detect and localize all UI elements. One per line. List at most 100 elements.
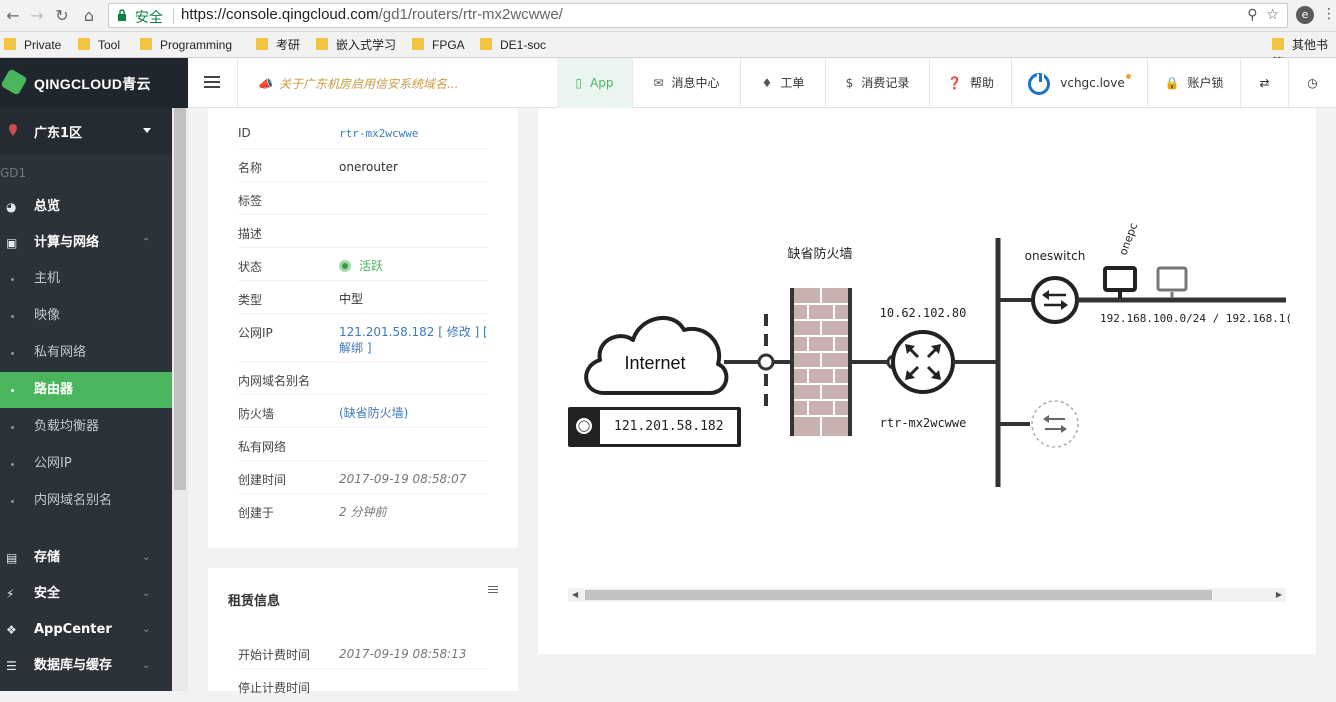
internet-label: Internet — [624, 353, 685, 373]
browser-toolbar: ← → ↻ ⌂ 安全 https://console.qingcloud.com… — [0, 0, 1336, 32]
sidebar-item-database[interactable]: ☰ 数据库与缓存 ⌄ — [0, 648, 172, 684]
bookmark-fpga[interactable]: FPGA — [412, 36, 465, 54]
translate-icon[interactable]: ⇄ — [1241, 58, 1288, 108]
megaphone-icon: 📣 — [258, 77, 273, 91]
reload-icon[interactable]: ↻ — [51, 5, 73, 27]
lock-icon: 🔒 — [1164, 76, 1180, 90]
topology-diagram: Internet 缺省防火墙 10.62.102.80 rtr-mx2wcwwe… — [584, 221, 1292, 487]
sidebar-item-images[interactable]: 映像 — [0, 298, 172, 334]
router-icon[interactable] — [891, 330, 955, 394]
router-id-label: rtr-mx2wcwwe — [880, 416, 967, 430]
back-icon[interactable]: ← — [2, 5, 24, 27]
nav-messages[interactable]: ✉ 消息中心 — [633, 58, 740, 108]
address-bar[interactable]: 安全 https://console.qingcloud.com/gd1/rou… — [108, 3, 1288, 28]
detail-row-create-time: 创建时间 2017-09-19 08:58:07 — [238, 461, 488, 494]
firewall-link[interactable]: (缺省防火墙) — [339, 405, 489, 421]
topology-scroll-thumb[interactable] — [585, 590, 1212, 600]
folder-icon — [78, 38, 90, 50]
bookmark-kaoyan[interactable]: 考研 — [256, 36, 300, 54]
url-text[interactable]: https://console.qingcloud.com/gd1/router… — [181, 6, 563, 23]
topology-hscrollbar[interactable]: ◀ ▶ — [568, 588, 1286, 602]
nav-tickets[interactable]: ♦ 工单 — [741, 58, 825, 108]
bookmark-de1soc[interactable]: DE1-soc — [480, 36, 546, 54]
sidebar-scrollbar[interactable] — [172, 108, 188, 691]
port-node — [757, 353, 775, 371]
menu-toggle-icon[interactable] — [204, 76, 220, 88]
ticket-icon: ♦ — [761, 76, 773, 90]
browser-menu-icon[interactable]: ⋮ — [1322, 6, 1336, 22]
sidebar-item-security[interactable]: ⚡ 安全 ⌄ — [0, 576, 172, 612]
lease-row-start: 开始计费时间 2017-09-19 08:58:13 — [238, 636, 488, 669]
scroll-left-icon[interactable]: ◀ — [572, 588, 578, 602]
forward-icon[interactable]: → — [26, 5, 48, 27]
list-menu-icon[interactable] — [488, 586, 498, 594]
qingcloud-logo-icon — [0, 68, 28, 96]
announcement[interactable]: 📣 关于广东机房启用信安系统域名... — [258, 75, 458, 92]
eip-address: 121.201.58.182 — [600, 410, 737, 444]
sidebar-item-instances[interactable]: 主机 — [0, 261, 172, 297]
status-active-icon — [339, 260, 351, 272]
sidebar-item-appcenter[interactable]: ❖ AppCenter ⌄ — [0, 612, 172, 648]
detail-row-name: 名称 onerouter — [238, 149, 488, 182]
router-details-panel: ID rtr-mx2wcwwe 名称 onerouter 标签 描述 状态 活跃 类型… — [208, 108, 518, 548]
chevron-down-icon: ⌄ — [142, 552, 151, 563]
detail-row-dns-alias: 内网域名别名 — [238, 362, 488, 395]
puzzle-icon: ❖ — [6, 623, 17, 637]
host-computer-icon-2[interactable] — [1156, 266, 1188, 298]
nav-account-lock[interactable]: 🔒 账户锁 — [1148, 58, 1240, 108]
chevron-down-icon: ⌄ — [142, 588, 151, 599]
detail-row-id: ID rtr-mx2wcwwe — [238, 116, 488, 149]
power-icon — [1028, 72, 1051, 95]
bookmark-private[interactable]: Private — [4, 36, 61, 54]
sidebar-item-loadbalancers[interactable]: 负载均衡器 — [0, 409, 172, 445]
folder-icon — [4, 38, 16, 50]
eip-links[interactable]: 121.201.58.182 [ 修改 ] [ 解绑 ] — [339, 324, 489, 356]
folder-icon — [256, 38, 268, 50]
mail-icon: ✉ — [653, 76, 664, 90]
sidebar-item-vxnets[interactable]: 私有网络 — [0, 335, 172, 371]
bookmark-tool[interactable]: Tool — [78, 36, 120, 54]
chevron-down-icon: ⌄ — [142, 660, 151, 671]
firewall-icon[interactable] — [790, 288, 852, 436]
detail-row-type: 类型 中型 — [238, 281, 488, 314]
sidebar-item-overview[interactable]: ◕ 总览 — [0, 189, 172, 225]
secure-label: 安全 — [135, 10, 163, 26]
app-header: QINGCLOUD青云 📣 关于广东机房启用信安系统域名... ▯ App ✉ 消息中… — [0, 58, 1336, 108]
detail-row-vxnet: 私有网络 — [238, 428, 488, 461]
bookmark-star-icon[interactable]: ⚲ ☆ — [1247, 7, 1279, 23]
nav-billing[interactable]: $ 消费记录 — [826, 58, 929, 108]
host-computer-icon[interactable] — [1103, 266, 1137, 298]
bookmark-programming[interactable]: Programming — [140, 36, 232, 54]
nav-help[interactable]: ❓ 帮助 — [930, 58, 1011, 108]
region-selector[interactable]: 广东1区 — [0, 108, 172, 154]
switch-icon[interactable] — [1031, 276, 1079, 324]
lock-icon — [118, 9, 126, 21]
folder-icon — [316, 38, 328, 50]
nav-app[interactable]: ▯ App — [557, 58, 632, 108]
chevron-down-icon: ⌄ — [142, 624, 151, 635]
sidebar-item-compute-network[interactable]: ▣ 计算与网络 ⌃ — [0, 225, 172, 261]
location-pin-icon — [9, 124, 17, 136]
sidebar-scroll-thumb[interactable] — [174, 108, 186, 490]
sidebar-item-dns-aliases[interactable]: 内网域名别名 — [0, 483, 172, 519]
eip-box[interactable]: ◯ 121.201.58.182 — [568, 407, 741, 447]
extension-icon[interactable]: e — [1296, 6, 1314, 24]
sidebar-item-routers[interactable]: 路由器 — [0, 372, 172, 408]
folder-icon — [1272, 38, 1284, 50]
bookmark-other[interactable]: 其他书签 — [1272, 36, 1336, 70]
lease-row-stop: 停止计费时间 — [238, 681, 311, 695]
scroll-right-icon[interactable]: ▶ — [1276, 588, 1282, 602]
router-ip-label: 10.62.102.80 — [880, 306, 967, 320]
detail-row-created-ago: 创建于 2 分钟前 — [238, 505, 387, 520]
detail-row-eip: 公网IP 121.201.58.182 [ 修改 ] [ 解绑 ] — [238, 314, 488, 362]
internet-cloud-icon[interactable]: Internet — [584, 315, 729, 395]
sidebar-item-eips[interactable]: 公网IP — [0, 446, 172, 482]
globe-icon: ◯ — [576, 418, 592, 434]
add-switch-icon[interactable] — [1031, 400, 1079, 448]
sidebar-item-storage[interactable]: ▤ 存储 ⌄ — [0, 540, 172, 576]
nav-user[interactable]: vchgc.love — [1012, 58, 1147, 108]
home-icon[interactable]: ⌂ — [78, 5, 100, 27]
clock-icon[interactable]: ◷ — [1289, 58, 1336, 108]
bookmark-embedded[interactable]: 嵌入式学习 — [316, 36, 396, 54]
logo[interactable]: QINGCLOUD青云 — [0, 58, 188, 108]
